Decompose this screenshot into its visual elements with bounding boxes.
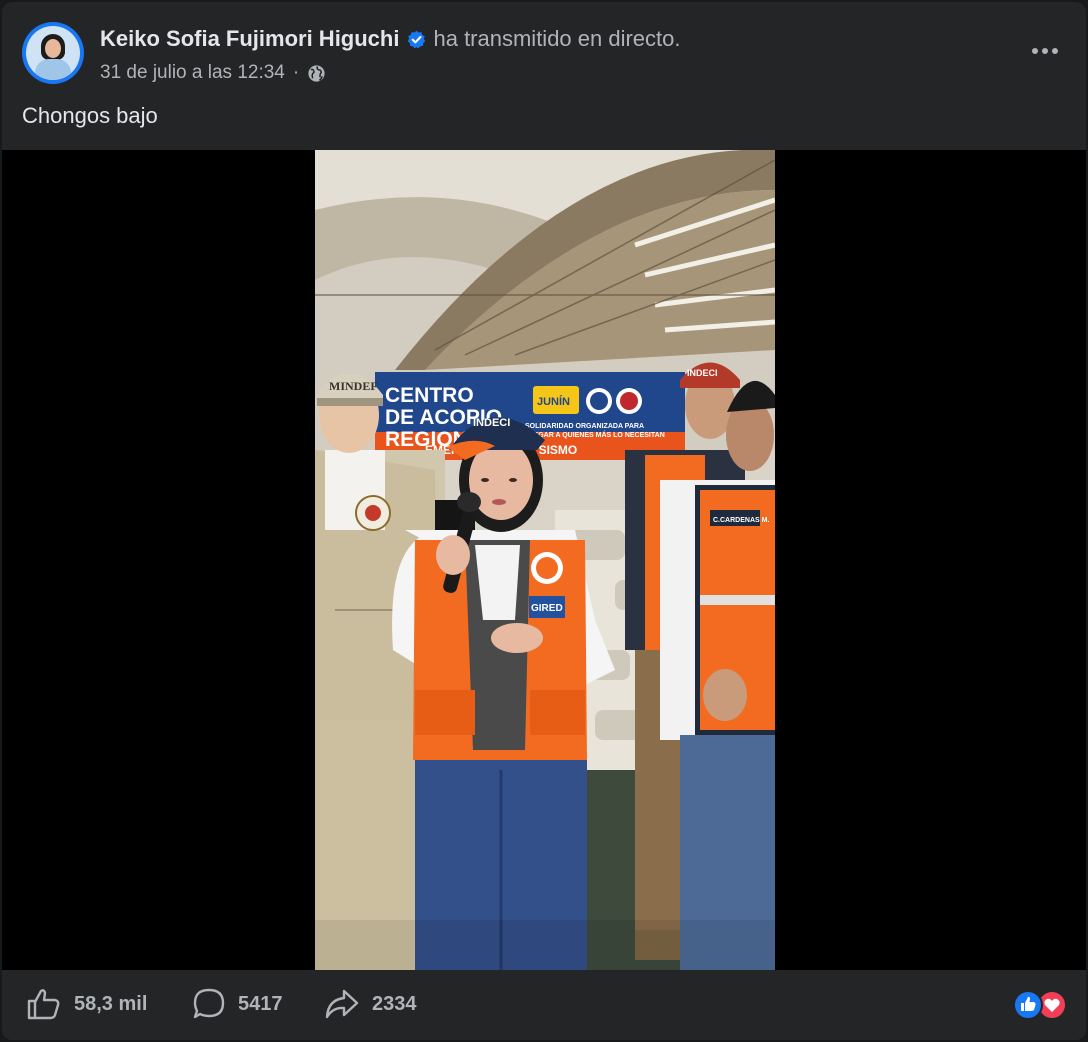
video-player[interactable]: CENTRO DE ACOPIO REGIONAL JUNÍN SOLIDARI… bbox=[2, 150, 1086, 970]
cap-center-text: INDECI bbox=[473, 417, 510, 429]
name-tag-text: C.CARDENAS M. bbox=[713, 517, 769, 524]
banner-region: JUNÍN bbox=[537, 395, 570, 408]
avatar-photo bbox=[26, 26, 80, 80]
comment-button[interactable]: 5417 bbox=[192, 987, 283, 1021]
comment-count: 5417 bbox=[238, 992, 283, 1015]
author-avatar[interactable] bbox=[22, 22, 84, 84]
cap-left-text: MINDEF bbox=[329, 379, 378, 393]
comment-icon bbox=[193, 988, 225, 1019]
cap-right-text: INDECI bbox=[687, 368, 718, 378]
like-count: 58,3 mil bbox=[74, 992, 148, 1015]
banner-tagline1: SOLIDARIDAD ORGANIZADA PARA bbox=[525, 423, 644, 430]
banner-tagline2: LLEGAR A QUIENES MÁS LO NECESITAN bbox=[525, 430, 665, 439]
post-meta: 31 de julio a las 12:34 · bbox=[100, 62, 326, 84]
post-header: Keiko Sofia Fujimori Higuchi ha transmit… bbox=[2, 2, 1086, 152]
post-timestamp[interactable]: 31 de julio a las 12:34 bbox=[100, 62, 285, 84]
video-scene: CENTRO DE ACOPIO REGIONAL JUNÍN SOLIDARI… bbox=[315, 150, 775, 970]
reaction-summary[interactable] bbox=[1012, 989, 1068, 1021]
banner-line1: CENTRO bbox=[385, 384, 474, 407]
video-frame[interactable]: CENTRO DE ACOPIO REGIONAL JUNÍN SOLIDARI… bbox=[315, 150, 775, 970]
like-button[interactable]: 58,3 mil bbox=[26, 987, 147, 1021]
post-caption: Chongos bajo bbox=[22, 103, 158, 128]
author-name[interactable]: Keiko Sofia Fujimori Higuchi bbox=[100, 26, 399, 52]
share-button[interactable]: 2334 bbox=[324, 987, 417, 1021]
meta-separator: · bbox=[292, 62, 300, 83]
post-footer: 58,3 mil 5417 2334 bbox=[2, 970, 1086, 1040]
thumbs-up-icon bbox=[27, 989, 60, 1020]
share-count: 2334 bbox=[372, 992, 417, 1015]
vest-patch-text: GIRED bbox=[531, 603, 563, 614]
post-card: Keiko Sofia Fujimori Higuchi ha transmit… bbox=[2, 2, 1086, 1040]
author-line: Keiko Sofia Fujimori Higuchi ha transmit… bbox=[100, 26, 681, 52]
globe-icon[interactable] bbox=[307, 64, 326, 83]
verified-badge-icon bbox=[408, 30, 426, 48]
more-options-icon[interactable] bbox=[1030, 36, 1060, 66]
share-icon bbox=[325, 989, 359, 1019]
post-action-text: ha transmitido en directo. bbox=[433, 26, 681, 51]
